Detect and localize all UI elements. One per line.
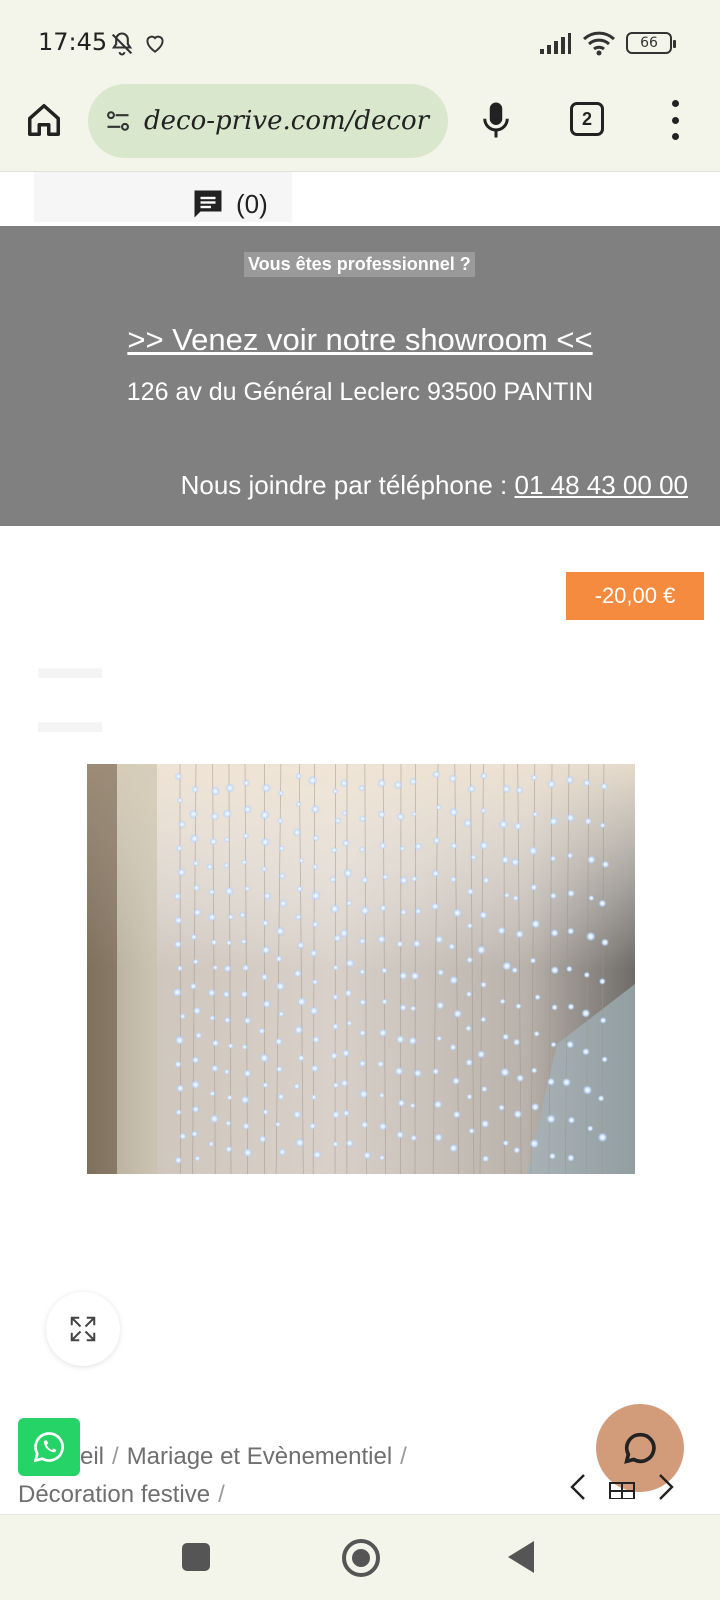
- phone-line: Nous joindre par téléphone : 01 48 43 00…: [181, 470, 688, 501]
- chevron-left-icon[interactable]: [566, 1472, 590, 1502]
- status-icons-right: 66: [538, 30, 676, 56]
- product-image[interactable]: [87, 764, 635, 1174]
- home-nav-button[interactable]: [342, 1539, 380, 1577]
- status-bar: 17:45 66: [0, 0, 720, 84]
- status-time: 17:45: [38, 28, 108, 56]
- showroom-link[interactable]: >> Venez voir notre showroom <<: [0, 322, 720, 358]
- breadcrumb-separator: /: [112, 1443, 119, 1470]
- chevron-right-icon[interactable]: [654, 1472, 678, 1502]
- whatsapp-button[interactable]: [18, 1418, 80, 1476]
- expand-icon: [70, 1316, 96, 1342]
- whatsapp-icon: [33, 1432, 64, 1463]
- breadcrumb: eil / Mariage et Evènementiel / Décoration f…: [18, 1438, 498, 1514]
- address-bar[interactable]: deco-prive.com/decor: [88, 84, 448, 158]
- site-settings-icon[interactable]: [102, 105, 134, 137]
- breadcrumb-item-home[interactable]: eil: [80, 1443, 104, 1470]
- faded-product-title: ▬▬ ▬▬: [38, 649, 102, 739]
- breadcrumb-item-decoration[interactable]: Décoration festive: [18, 1481, 210, 1508]
- showroom-address: 126 av du Général Leclerc 93500 PANTIN: [126, 378, 594, 406]
- browser-menu-button[interactable]: [660, 98, 690, 142]
- back-button[interactable]: [508, 1541, 534, 1573]
- status-icons-left: [108, 30, 168, 58]
- phone-link[interactable]: 01 48 43 00 00: [515, 470, 689, 500]
- grid-icon[interactable]: [608, 1475, 636, 1499]
- url-text[interactable]: deco-prive.com/decor: [144, 106, 429, 136]
- home-button[interactable]: [24, 100, 64, 140]
- bell-off-icon: [111, 32, 133, 56]
- comment-icon: [194, 190, 222, 218]
- heart-icon: [146, 35, 164, 53]
- pro-label: Vous êtes professionnel ?: [244, 252, 475, 277]
- chat-icon: [624, 1432, 656, 1464]
- expand-image-button[interactable]: [46, 1292, 120, 1366]
- comment-count: (0): [236, 188, 268, 219]
- tab-count: 2: [581, 108, 592, 129]
- breadcrumb-separator: /: [400, 1443, 407, 1470]
- home-icon: [28, 104, 60, 136]
- comment-link[interactable]: (0): [190, 186, 268, 222]
- battery-level: 66: [640, 35, 658, 51]
- voice-search-button[interactable]: [476, 98, 516, 142]
- recents-button[interactable]: [182, 1543, 210, 1571]
- browser-toolbar: deco-prive.com/decor 2: [0, 84, 720, 172]
- breadcrumb-separator: /: [218, 1481, 225, 1508]
- battery-icon: 66: [626, 32, 676, 54]
- phone-label: Nous joindre par téléphone :: [180, 470, 508, 500]
- signal-icon: [540, 33, 571, 54]
- wifi-icon: [582, 31, 616, 56]
- discount-badge: -20,00 €: [566, 572, 704, 620]
- breadcrumb-item-mariage[interactable]: Mariage et Evènementiel: [127, 1443, 392, 1470]
- tab-switcher-button[interactable]: 2: [570, 102, 604, 136]
- system-nav-bar: [0, 1514, 720, 1600]
- product-nav: [566, 1472, 678, 1502]
- microphone-icon: [483, 102, 509, 138]
